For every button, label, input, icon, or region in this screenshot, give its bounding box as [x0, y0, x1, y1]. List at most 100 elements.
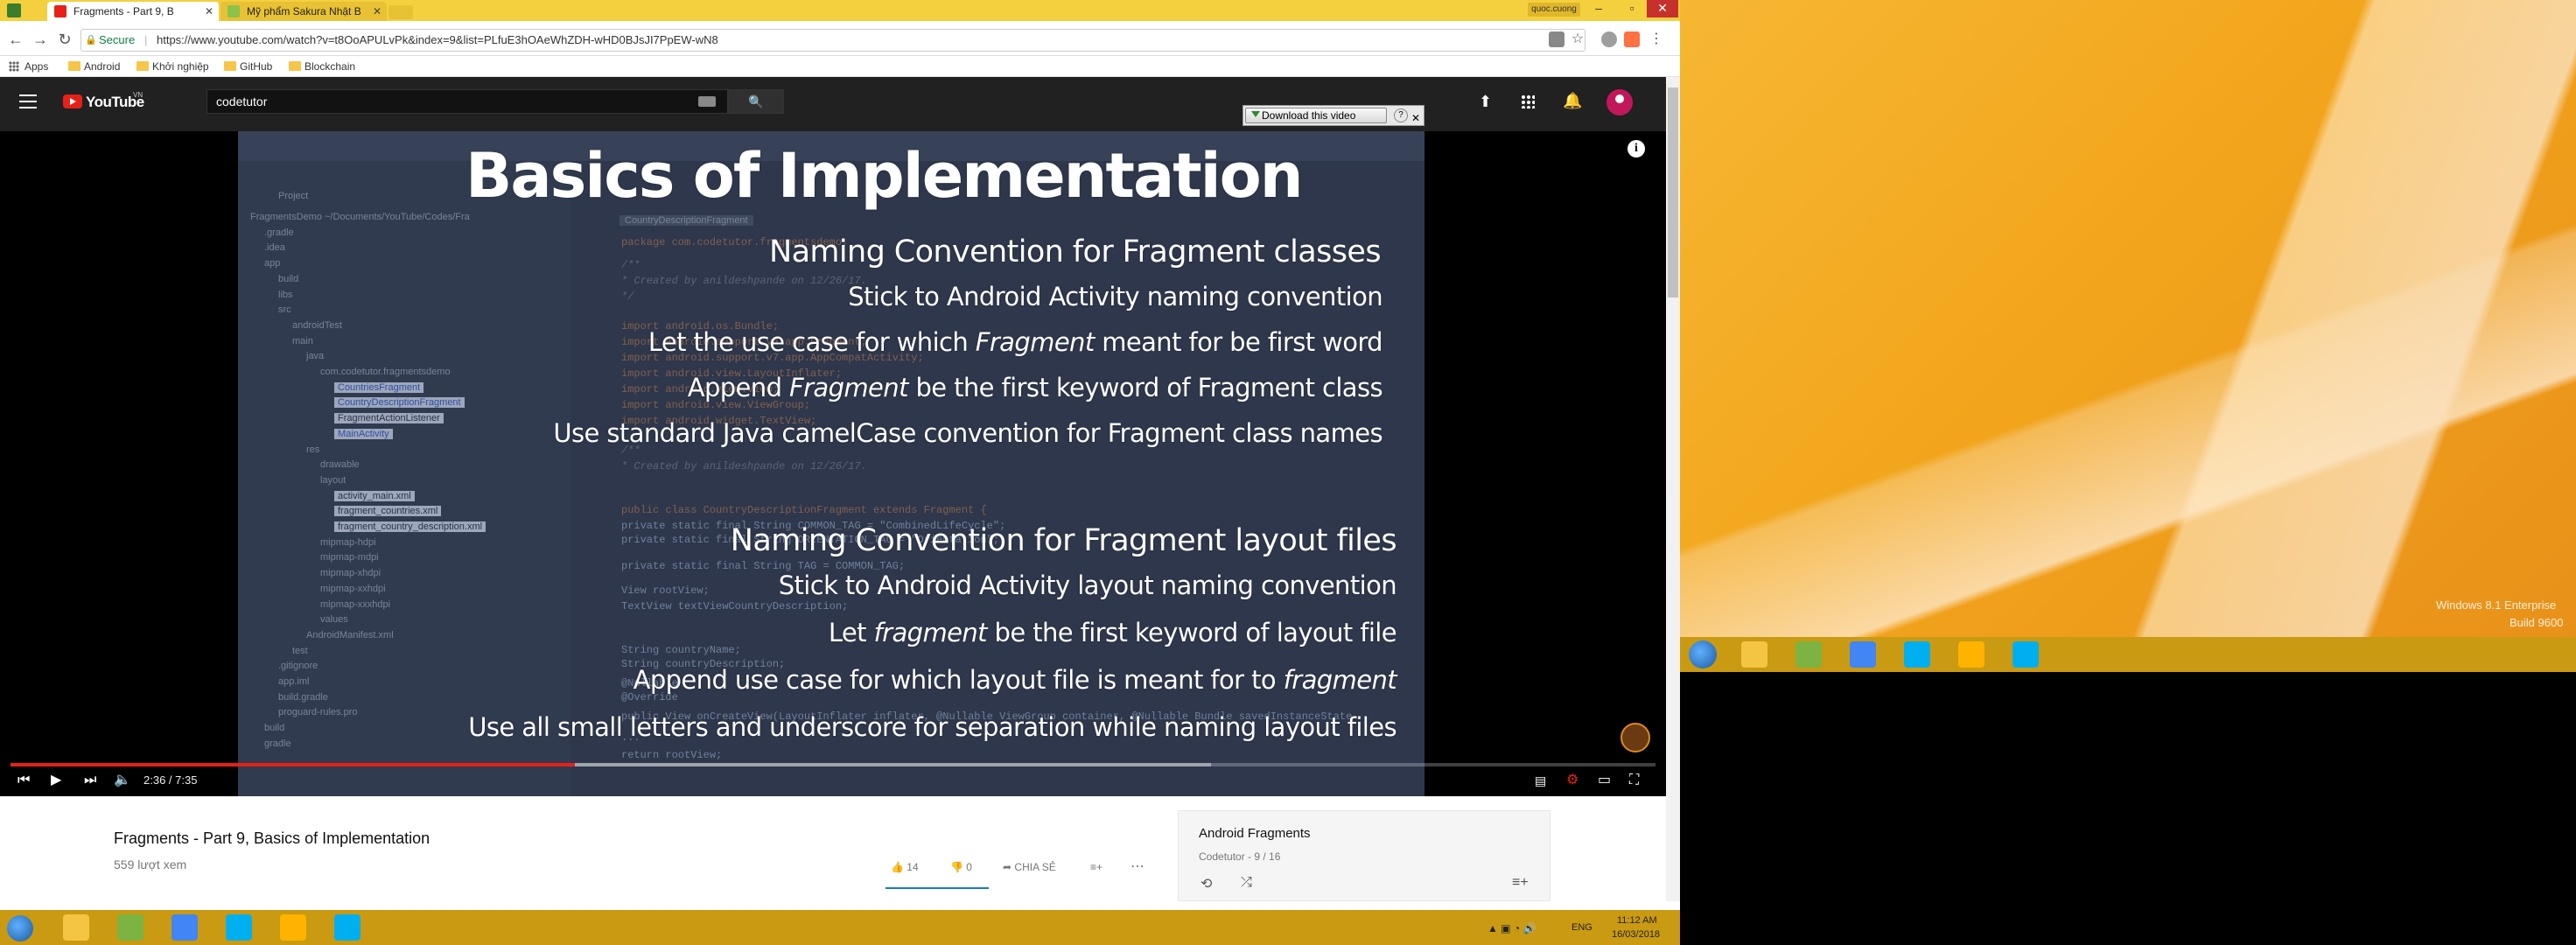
skype-icon[interactable]: [1904, 641, 1930, 668]
fullscreen-icon[interactable]: ⛶: [1629, 774, 1639, 788]
apps-grid-icon[interactable]: [1521, 94, 1535, 108]
clock-time[interactable]: 11:12 AM: [1617, 915, 1657, 926]
file-explorer-icon[interactable]: [63, 914, 89, 941]
dislike-button[interactable]: 👎 0: [950, 861, 972, 873]
reload-button[interactable]: ↻: [54, 29, 75, 50]
slide-bullet: Let the use case for which Fragment mean…: [648, 327, 1383, 357]
language-indicator[interactable]: ENG: [1572, 922, 1592, 933]
close-icon[interactable]: ✕: [1411, 108, 1420, 128]
bullet-text: meant for be first word: [1094, 327, 1382, 357]
extension-icon[interactable]: [1601, 32, 1617, 47]
notepad-icon[interactable]: [117, 914, 144, 941]
back-button[interactable]: ←: [5, 29, 26, 50]
chrome-icon[interactable]: [1850, 641, 1876, 668]
loop-icon[interactable]: ⟲: [1200, 875, 1212, 892]
playlist-save-icon[interactable]: ≡+: [1512, 875, 1529, 891]
hamburger-menu-icon[interactable]: [19, 94, 37, 108]
new-tab-button[interactable]: [388, 5, 413, 19]
skype-icon[interactable]: [226, 914, 252, 941]
page-scrollbar-thumb[interactable]: [1668, 88, 1678, 298]
share-icon: ➦: [1003, 861, 1012, 873]
help-icon[interactable]: ?: [1394, 108, 1408, 122]
download-arrow-icon: [1251, 111, 1260, 117]
file-explorer-icon[interactable]: [1741, 641, 1768, 668]
shuffle-icon[interactable]: ⤮: [1241, 875, 1252, 891]
upload-icon[interactable]: ⬆: [1479, 93, 1492, 111]
captions-icon[interactable]: ▤: [1535, 774, 1546, 788]
slide-bullet: Use all small letters and underscore for…: [468, 712, 1396, 742]
app-launcher-icon[interactable]: [7, 4, 21, 18]
forward-button[interactable]: →: [30, 29, 51, 50]
folder-icon: [68, 61, 80, 71]
tab-close-icon[interactable]: ✕: [373, 2, 382, 21]
bookmark-github[interactable]: GitHub: [222, 56, 272, 77]
tab-close-icon[interactable]: ✕: [205, 2, 214, 21]
next-icon[interactable]: ⏭: [84, 774, 96, 788]
avatar-app-icon[interactable]: [280, 914, 306, 941]
url-text: https://www.youtube.com/watch?v=t8OoAPUL…: [157, 33, 718, 46]
playlist-subtitle: Codetutor - 9 / 16: [1199, 850, 1281, 863]
notepad-icon[interactable]: [1796, 641, 1822, 668]
maximize-button[interactable]: ▫: [1615, 0, 1648, 18]
bookmark-android[interactable]: Android: [66, 56, 120, 77]
settings-gear-icon[interactable]: ⚙: [1566, 774, 1578, 788]
skype-alt-icon[interactable]: [2012, 641, 2039, 668]
bullet-text: Use standard Java camelCase convention f…: [553, 418, 1382, 448]
apps-grid-icon: [9, 61, 19, 72]
menu-dots-icon[interactable]: ⋮: [1648, 32, 1664, 47]
bullet-text: be the first keyword of layout file: [986, 618, 1397, 648]
folder-icon: [224, 61, 236, 71]
theater-mode-icon[interactable]: ▭: [1598, 774, 1611, 788]
tab-youtube[interactable]: Fragments - Part 9, B ✕: [47, 2, 219, 21]
star-icon[interactable]: ☆: [1570, 32, 1586, 47]
close-window-button[interactable]: ✕: [1647, 0, 1678, 18]
extension-icon-2[interactable]: [1624, 32, 1640, 47]
minimize-button[interactable]: –: [1582, 0, 1615, 18]
download-video-button[interactable]: Download this video: [1245, 108, 1387, 123]
like-button[interactable]: 👍 14: [891, 861, 919, 873]
skype-alt-icon[interactable]: [334, 914, 360, 941]
bullet-text: Append: [687, 373, 790, 402]
volume-icon[interactable]: 🔈: [114, 774, 131, 788]
avatar-app-icon[interactable]: [1958, 641, 1984, 668]
search-button[interactable]: 🔍: [728, 89, 784, 114]
add-to-playlist-icon[interactable]: ≡+: [1090, 861, 1102, 873]
thumbs-up-icon: 👍: [891, 861, 904, 873]
bullet-text: Stick to Android Activity naming convent…: [848, 282, 1382, 312]
profile-chip[interactable]: quoc.cuong: [1528, 3, 1580, 17]
channel-watermark-icon[interactable]: [1620, 723, 1650, 752]
translate-icon[interactable]: [1549, 32, 1564, 47]
previous-icon[interactable]: ⏮: [18, 774, 30, 788]
download-label: Download this video: [1262, 109, 1356, 122]
more-actions-icon[interactable]: ⋯: [1130, 858, 1144, 875]
tab-label: Mỹ phẩm Sakura Nhật B: [247, 5, 361, 18]
start-button-icon[interactable]: [7, 915, 33, 942]
bookmark-khoi-nghiep[interactable]: Khởi nghiệp: [135, 56, 209, 77]
notifications-bell-icon[interactable]: 🔔: [1563, 92, 1582, 110]
folder-icon: [136, 61, 149, 71]
tab-sakura[interactable]: Mỹ phẩm Sakura Nhật B ✕: [220, 2, 387, 21]
tray-icons[interactable]: ▲ ▣ ◔ 🔊: [1488, 922, 1536, 934]
play-icon[interactable]: ▶: [51, 774, 61, 788]
bookmarks-bar: Apps Android Khởi nghiệp GitHub Blockcha…: [0, 56, 1680, 77]
clock-date[interactable]: 16/03/2018: [1612, 929, 1660, 940]
bookmark-blockchain[interactable]: Blockchain: [287, 56, 355, 77]
bookmark-label: Android: [84, 60, 121, 73]
info-icon[interactable]: i: [1628, 140, 1645, 158]
bookmark-apps[interactable]: Apps: [7, 56, 48, 77]
slide-title: Basics of Implementation: [466, 140, 1304, 212]
avatar[interactable]: [1606, 89, 1633, 116]
progress-played: [10, 763, 575, 766]
bullet-text: Append use case for which layout file is…: [633, 665, 1284, 695]
keyboard-icon[interactable]: [698, 96, 716, 107]
slide-overlay: [238, 131, 1424, 796]
chrome-icon[interactable]: [172, 914, 198, 941]
wallpaper-shape-2: [1680, 0, 2576, 672]
start-button-icon[interactable]: [1689, 640, 1717, 668]
bookmark-label: Khởi nghiệp: [152, 60, 209, 73]
address-bar[interactable]: 🔒 Secure | https://www.youtube.com/watch…: [80, 29, 1586, 52]
share-button[interactable]: ➦ CHIA SẺ: [1003, 861, 1056, 873]
youtube-logo-icon[interactable]: [63, 94, 82, 108]
search-input[interactable]: codetutor: [206, 89, 728, 114]
playlist-title[interactable]: Android Fragments: [1199, 826, 1311, 841]
